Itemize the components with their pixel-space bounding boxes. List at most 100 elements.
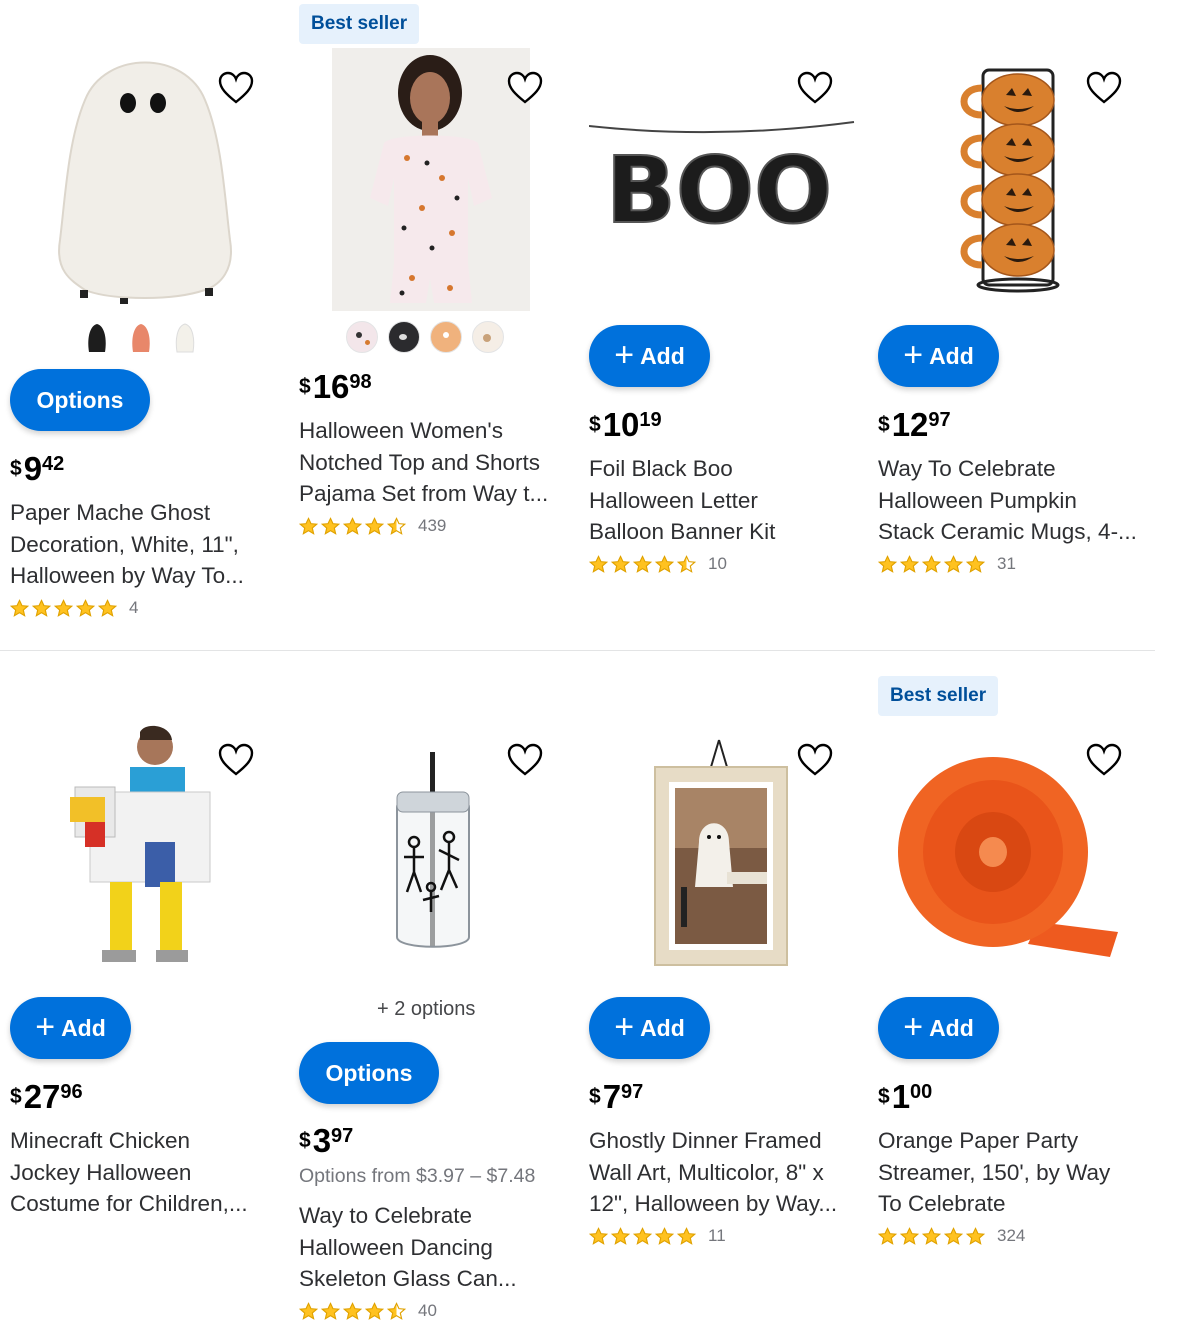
favorite-heart-icon[interactable] [216,68,256,108]
star-half-icon [387,1301,406,1320]
swatch-black-print[interactable] [388,321,420,353]
star-full-icon [878,1226,897,1245]
plus-icon: + [35,1007,56,1046]
title-line: Paper Mache Ghost [10,500,211,525]
rating-stars [299,516,406,536]
options-button-label: Options [36,386,124,413]
star-full-icon [633,554,652,573]
product-card[interactable]: Best seller $ 16 98 Halloween Women's No… [299,0,569,640]
title-line: Jockey Halloween [10,1159,192,1185]
product-title[interactable]: Halloween Women's Notched Top and Shorts… [299,415,561,510]
options-price-range: Options from $3.97 – $7.48 [299,1165,536,1187]
price-dollars: 1 [891,1078,911,1115]
plus-icon: + [614,335,635,374]
price-currency: $ [10,1085,22,1108]
swatch-orange-print[interactable] [430,321,462,353]
star-full-icon [589,554,608,573]
favorite-heart-icon[interactable] [795,740,835,780]
star-full-icon [54,598,73,617]
product-title[interactable]: Minecraft Chicken Jockey Halloween Costu… [10,1125,272,1220]
price-cents: 96 [60,1081,83,1103]
product-title[interactable]: Ghostly Dinner Framed Wall Art, Multicol… [589,1125,851,1220]
star-full-icon [900,554,919,573]
add-to-cart-button[interactable]: + Add [878,997,999,1059]
more-options-link[interactable]: + 2 options [377,998,475,1021]
rating-count: 40 [418,1301,437,1320]
options-button[interactable]: Options [10,369,150,431]
favorite-heart-icon[interactable] [216,740,256,780]
product-price: $ 16 98 [299,370,372,403]
pajama-model-image[interactable] [332,48,530,311]
swatch-black-ghost[interactable] [82,320,112,354]
product-card[interactable]: Best seller + Add $ 1 00 Orange Paper Par… [878,672,1148,1312]
title-line: Halloween Women's [299,418,503,443]
best-seller-badge: Best seller [878,676,999,716]
add-to-cart-button[interactable]: + Add [878,325,999,387]
star-half-icon [677,554,696,573]
title-line: Minecraft Chicken [10,1128,191,1153]
swatch-cream-print[interactable] [472,321,504,353]
title-line: Halloween by Way To... [10,563,244,588]
options-button[interactable]: Options [299,1042,439,1104]
star-full-icon [10,598,29,617]
favorite-heart-icon[interactable] [505,740,545,780]
rating-stars [299,1301,406,1321]
title-line: Balloon Banner Kit [589,519,776,544]
product-card[interactable]: BOO + Add $ 10 19 Foil Black Boo Hallowee… [588,0,859,640]
add-button-label: Add [61,1014,106,1041]
product-rating: 324 [878,1224,1025,1248]
add-to-cart-button[interactable]: + Add [589,325,710,387]
product-card[interactable]: + 2 options Options $ 3 97 Options from … [299,672,569,1332]
favorite-heart-icon[interactable] [1084,68,1124,108]
price-dollars: 9 [23,450,43,487]
star-full-icon [966,1226,985,1245]
star-full-icon [299,1301,318,1320]
product-price: $ 12 97 [878,408,951,441]
title-line: Wall Art, Multicolor, 8" x [589,1159,824,1185]
star-full-icon [944,554,963,573]
add-to-cart-button[interactable]: + Add [10,997,131,1059]
price-cents: 97 [621,1081,644,1103]
product-rating: 4 [10,596,138,620]
product-price: $ 10 19 [589,408,662,441]
product-title[interactable]: Way to Celebrate Halloween Dancing Skele… [299,1200,561,1295]
product-title[interactable]: Paper Mache Ghost Decoration, White, 11"… [10,497,272,592]
price-cents: 19 [639,409,662,431]
product-rating: 11 [589,1224,726,1248]
variant-swatches [82,320,200,358]
add-button-label: Add [929,342,974,369]
product-card[interactable]: + Add $ 27 96 Minecraft Chicken Jockey Ha… [10,672,280,1312]
product-card[interactable]: + Add $ 12 97 Way To Celebrate Halloween … [878,0,1148,640]
swatch-pink-print[interactable] [346,321,378,353]
rating-count: 324 [997,1226,1026,1245]
product-card[interactable]: + Add $ 7 97 Ghostly Dinner Framed Wall A… [589,672,859,1312]
swatch-white-ghost[interactable] [170,320,200,354]
star-full-icon [611,1226,630,1245]
favorite-heart-icon[interactable] [505,68,545,108]
product-price: $ 27 96 [10,1080,83,1113]
swatch-orange-ghost[interactable] [126,320,156,354]
add-to-cart-button[interactable]: + Add [589,997,710,1059]
star-full-icon [589,1226,608,1245]
plus-icon: + [903,1007,924,1046]
title-line: Orange Paper Party [878,1128,1079,1153]
title-line: Halloween Pumpkin [878,487,1077,513]
product-title[interactable]: Way To Celebrate Halloween Pumpkin Stack… [878,453,1140,548]
star-full-icon [321,1301,340,1320]
add-button-label: Add [640,1014,685,1041]
product-title[interactable]: Foil Black Boo Halloween Letter Balloon … [589,453,851,548]
title-line: Way to Celebrate [299,1203,472,1228]
favorite-heart-icon[interactable] [795,68,835,108]
price-currency: $ [589,413,601,436]
star-full-icon [611,554,630,573]
rating-count: 10 [708,554,727,573]
product-title[interactable]: Orange Paper Party Streamer, 150', by Wa… [878,1125,1140,1220]
rating-stars [589,554,696,574]
product-rating: 10 [589,552,727,576]
price-dollars: 10 [602,406,640,443]
boo-balloon-letters: BOO [606,137,833,244]
best-seller-badge: Best seller [299,4,420,44]
product-card[interactable]: Options $ 9 42 Paper Mache Ghost Decorat… [10,0,280,640]
favorite-heart-icon[interactable] [1084,740,1124,780]
star-full-icon [343,516,362,535]
